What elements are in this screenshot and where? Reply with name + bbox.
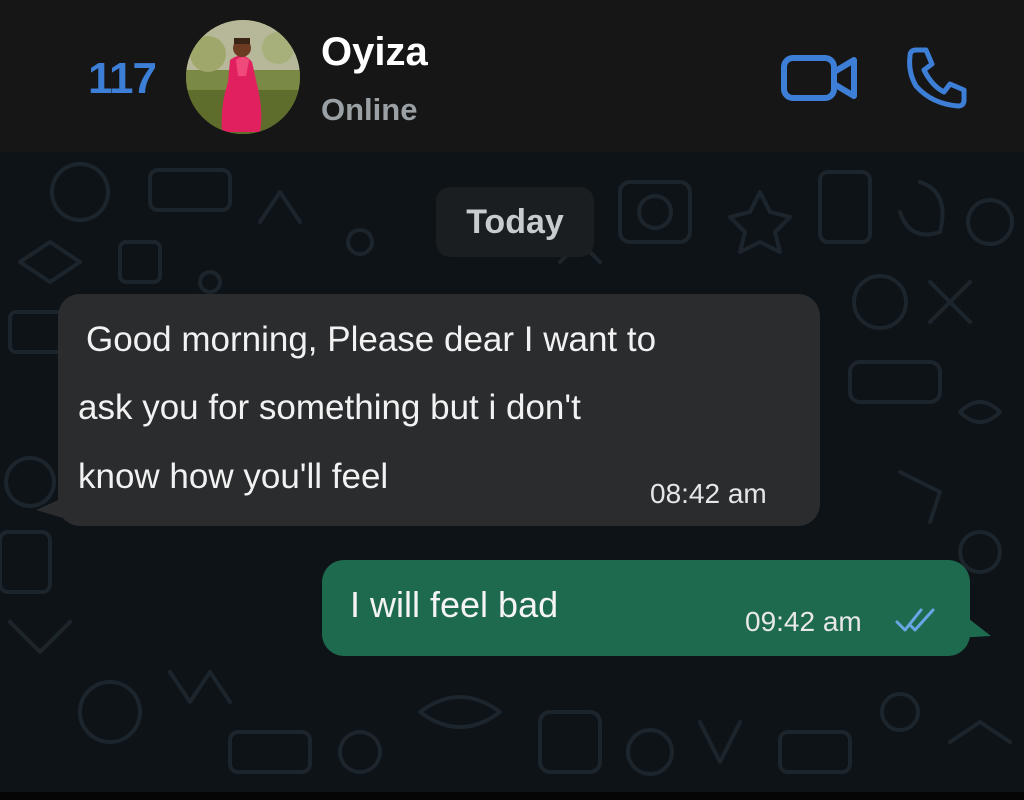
double-check-icon <box>895 608 935 632</box>
contact-name[interactable]: Oyiza <box>321 30 428 75</box>
message-list[interactable]: Today Good morning, Please dear I want t… <box>0 152 1024 792</box>
avatar[interactable] <box>186 20 300 134</box>
incoming-message-line-2: ask you for something but i don't <box>78 388 581 427</box>
profile-photo-icon <box>186 20 300 134</box>
incoming-message-line-3: know how you'll feel <box>78 457 389 496</box>
chat-screen: 117 Oyiza Online Today Good morning, Ple… <box>0 0 1024 800</box>
back-unread-count[interactable]: 117 <box>88 54 157 104</box>
outgoing-message-time: 09:42 am <box>745 606 862 637</box>
date-separator: Today <box>436 187 594 257</box>
video-call-button[interactable] <box>780 48 860 108</box>
phone-icon <box>907 47 967 109</box>
contact-status: Online <box>321 92 418 127</box>
incoming-message-line-1: Good morning, Please dear I want to <box>86 320 657 359</box>
chat-header: 117 Oyiza Online <box>0 0 1024 152</box>
voice-call-button[interactable] <box>902 42 972 112</box>
incoming-message-time: 08:42 am <box>650 478 767 509</box>
bottom-edge <box>0 792 1024 800</box>
video-camera-icon <box>781 55 857 101</box>
outgoing-message-text: I will feel bad <box>350 584 559 625</box>
